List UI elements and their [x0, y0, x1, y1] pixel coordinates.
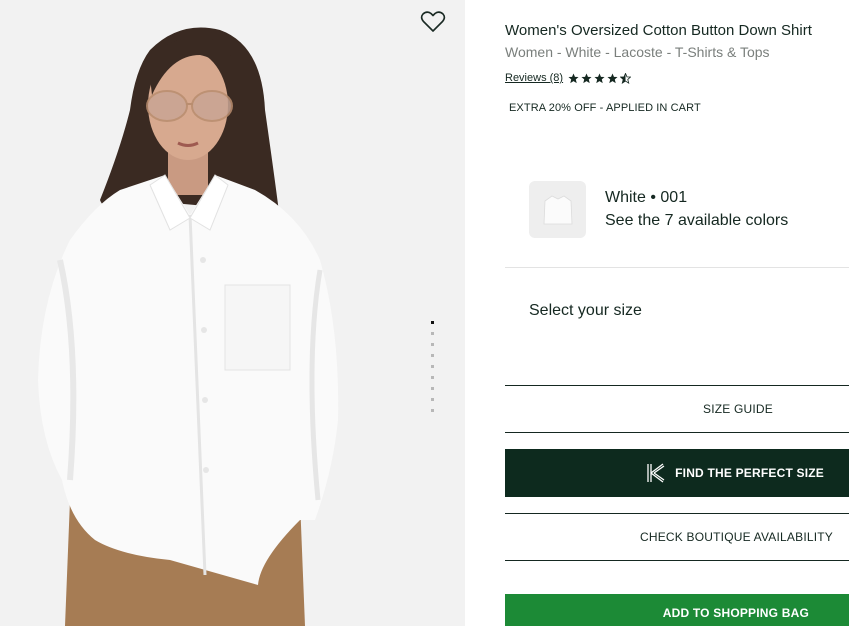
fit-predictor-k-icon: [647, 463, 665, 483]
rating-stars: [568, 72, 632, 84]
selected-color-name: White • 001: [605, 189, 688, 206]
gallery-dot[interactable]: [431, 321, 434, 324]
gallery-dot[interactable]: [431, 398, 434, 401]
check-boutique-label: CHECK BOUTIQUE AVAILABILITY: [639, 530, 833, 544]
star-half-icon: [620, 72, 632, 84]
gallery-dot[interactable]: [431, 409, 434, 412]
reviews-link[interactable]: Reviews (8): [505, 72, 563, 84]
add-to-bag-label: ADD TO SHOPPING BAG: [662, 606, 809, 620]
product-image: [38, 27, 339, 626]
star-icon: [607, 72, 618, 83]
wishlist-heart-icon[interactable]: [420, 10, 446, 34]
star-icon: [594, 72, 605, 83]
star-icon: [581, 72, 592, 83]
shirt-thumbnail-icon: [543, 195, 572, 224]
gallery-dot[interactable]: [431, 365, 434, 368]
product-gallery[interactable]: [0, 0, 465, 626]
size-guide-button[interactable]: SIZE GUIDE: [505, 385, 849, 433]
promo-text: EXTRA 20% OFF - APPLIED IN CART: [509, 102, 701, 114]
star-icon: [568, 72, 579, 83]
product-details: Women's Oversized Cotton Button Down Shi…: [505, 0, 849, 626]
color-swatch-thumbnail[interactable]: [529, 181, 586, 238]
gallery-dot[interactable]: [431, 354, 434, 357]
add-to-bag-button[interactable]: ADD TO SHOPPING BAG: [505, 594, 849, 626]
check-boutique-button[interactable]: CHECK BOUTIQUE AVAILABILITY: [505, 513, 849, 561]
product-page: Women's Oversized Cotton Button Down Shi…: [0, 0, 849, 626]
reviews-row: Reviews (8): [505, 72, 632, 84]
gallery-dot[interactable]: [431, 376, 434, 379]
select-size-label[interactable]: Select your size: [529, 302, 642, 320]
size-guide-label: SIZE GUIDE: [702, 402, 773, 416]
gallery-dot[interactable]: [431, 387, 434, 390]
find-perfect-size-button[interactable]: FIND THE PERFECT SIZE: [505, 449, 849, 497]
available-colors-link[interactable]: See the 7 available colors: [605, 212, 788, 230]
find-perfect-size-label: FIND THE PERFECT SIZE: [675, 466, 824, 480]
divider: [505, 267, 849, 268]
product-title: Women's Oversized Cotton Button Down Shi…: [505, 22, 812, 39]
product-subtitle: Women - White - Lacoste - T-Shirts & Top…: [505, 44, 770, 60]
gallery-dot[interactable]: [431, 343, 434, 346]
gallery-dot[interactable]: [431, 332, 434, 335]
gallery-pagination[interactable]: [431, 321, 435, 420]
